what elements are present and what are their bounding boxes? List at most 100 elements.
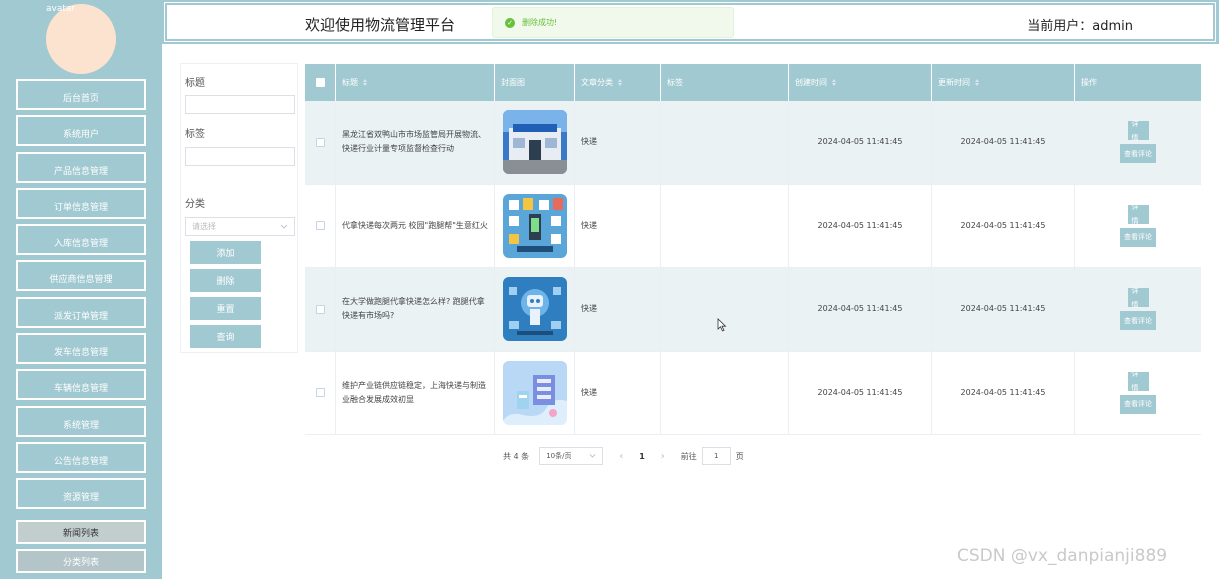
page-number-current[interactable]: 1 bbox=[639, 452, 645, 461]
sidebar-item-vehicles[interactable]: 车辆信息管理 bbox=[16, 369, 146, 401]
page-size-select[interactable]: 10条/页 bbox=[539, 447, 604, 465]
column-tags-label: 标签 bbox=[667, 78, 683, 87]
column-created[interactable]: 创建时间 bbox=[789, 64, 932, 101]
sort-icon[interactable] bbox=[975, 79, 979, 86]
sort-icon[interactable] bbox=[363, 79, 367, 86]
column-cover-label: 封面图 bbox=[501, 78, 525, 87]
category-label: 分类 bbox=[185, 199, 205, 210]
title-search-input[interactable] bbox=[185, 95, 295, 114]
goto-page-value: 1 bbox=[714, 452, 719, 460]
sidebar-item-inbound[interactable]: 入库信息管理 bbox=[16, 224, 146, 256]
sidebar-item-orders[interactable]: 订单信息管理 bbox=[16, 187, 146, 219]
view-comments-button[interactable]: 查看评论 bbox=[1120, 311, 1156, 331]
view-comments-button[interactable]: 查看评论 bbox=[1120, 144, 1156, 164]
sidebar-item-dispatch-orders[interactable]: 派发订单管理 bbox=[16, 296, 146, 328]
row-updated: 2024-04-05 11:41:45 bbox=[932, 184, 1075, 267]
row-cover-cell bbox=[495, 101, 575, 184]
column-title-label: 标题 bbox=[342, 78, 358, 87]
column-updated[interactable]: 更新时间 bbox=[932, 64, 1075, 101]
column-ops-label: 操作 bbox=[1081, 78, 1097, 87]
sidebar-submenu: 新闻列表 分类列表 bbox=[16, 520, 146, 578]
category-select-placeholder: 请选择 bbox=[192, 222, 216, 231]
column-title[interactable]: 标题 bbox=[336, 64, 495, 101]
add-button[interactable]: 添加 bbox=[190, 241, 261, 264]
row-created: 2024-04-05 11:41:45 bbox=[789, 101, 932, 184]
avatar[interactable]: avatar bbox=[46, 4, 116, 74]
sidebar-item-products[interactable]: 产品信息管理 bbox=[16, 151, 146, 183]
row-ops: 详情 查看评论 bbox=[1075, 352, 1201, 435]
row-select-cell bbox=[305, 184, 336, 267]
goto-suffix: 页 bbox=[735, 451, 744, 461]
table-row: 黑龙江省双鸭山市市场监管局开展物流、快递行业计量专项监督检查行动 快递 2024… bbox=[305, 101, 1201, 185]
row-ops: 详情 查看评论 bbox=[1075, 185, 1201, 268]
avatar-alt-text: avatar bbox=[46, 4, 76, 14]
sidebar-item-system-management[interactable]: 系统管理 bbox=[16, 405, 146, 437]
row-created: 2024-04-05 11:41:45 bbox=[789, 268, 932, 351]
row-tags bbox=[661, 184, 789, 267]
sidebar-item-home[interactable]: 后台首页 bbox=[16, 79, 146, 110]
sidebar-item-resources[interactable]: 资源管理 bbox=[16, 478, 146, 510]
row-cover-cell bbox=[495, 351, 575, 434]
chevron-down-icon bbox=[589, 454, 596, 458]
header: 欢迎使用物流管理平台 ✓ 删除成功! 当前用户：admin bbox=[164, 2, 1216, 42]
sidebar-item-system-users[interactable]: 系统用户 bbox=[16, 115, 146, 147]
row-created: 2024-04-05 11:41:45 bbox=[789, 351, 932, 434]
cover-image bbox=[502, 193, 567, 258]
sidebar-item-announcements[interactable]: 公告信息管理 bbox=[16, 441, 146, 473]
row-cover-cell bbox=[495, 184, 575, 267]
row-title: 黑龙江省双鸭山市市场监管局开展物流、快递行业计量专项监督检查行动 bbox=[336, 101, 495, 184]
reset-button[interactable]: 重置 bbox=[190, 297, 261, 320]
cover-image bbox=[502, 277, 567, 342]
avatar-image bbox=[46, 4, 116, 74]
tag-search-input[interactable] bbox=[185, 147, 295, 166]
view-comments-button[interactable]: 查看评论 bbox=[1120, 394, 1156, 414]
detail-button[interactable]: 详情 bbox=[1127, 287, 1149, 309]
sidebar: avatar 后台首页 系统用户 产品信息管理 订单信息管理 入库信息管理 供应… bbox=[0, 0, 162, 579]
category-select[interactable]: 请选择 bbox=[185, 217, 295, 236]
submenu-item-category-list[interactable]: 分类列表 bbox=[16, 549, 146, 573]
column-category[interactable]: 文章分类 bbox=[575, 64, 661, 101]
row-checkbox[interactable] bbox=[315, 388, 325, 398]
tag-label: 标签 bbox=[185, 129, 205, 140]
goto-page-input[interactable]: 1 bbox=[701, 447, 731, 465]
row-title: 在大学做跑腿代拿快递怎么样? 跑腿代拿快递有市场吗? bbox=[336, 268, 495, 351]
header-bar: 欢迎使用物流管理平台 ✓ 删除成功! 当前用户：admin bbox=[162, 0, 1219, 44]
next-page-icon[interactable]: › bbox=[661, 451, 665, 462]
submenu-item-news-list[interactable]: 新闻列表 bbox=[16, 520, 146, 544]
sidebar-item-departures[interactable]: 发车信息管理 bbox=[16, 333, 146, 365]
success-toast: ✓ 删除成功! bbox=[492, 7, 734, 38]
pagination: 共 4 条 10条/页 ‹ 1 › 前往 1 页 bbox=[503, 446, 744, 466]
view-comments-button[interactable]: 查看评论 bbox=[1120, 227, 1156, 247]
detail-button[interactable]: 详情 bbox=[1127, 120, 1149, 142]
goto-prefix: 前往 bbox=[680, 451, 697, 461]
mouse-cursor-icon bbox=[717, 318, 727, 332]
sort-icon[interactable] bbox=[618, 79, 622, 86]
sidebar-item-suppliers[interactable]: 供应商信息管理 bbox=[16, 260, 146, 292]
row-title: 维护产业链供应链稳定，上海快递与制造业融合发展成效初显 bbox=[336, 351, 495, 434]
select-all-cell bbox=[305, 64, 336, 101]
cover-image bbox=[502, 110, 567, 175]
delete-button[interactable]: 删除 bbox=[190, 269, 261, 292]
page-size-value: 10条/页 bbox=[546, 452, 572, 460]
column-cover: 封面图 bbox=[495, 64, 575, 101]
detail-button[interactable]: 详情 bbox=[1127, 370, 1149, 392]
prev-page-icon[interactable]: ‹ bbox=[619, 451, 623, 462]
row-checkbox[interactable] bbox=[315, 137, 325, 147]
search-panel: 标题 标签 分类 请选择 添加 删除 重置 查询 bbox=[180, 63, 298, 353]
row-checkbox[interactable] bbox=[315, 304, 325, 314]
row-category: 快递 bbox=[575, 101, 661, 184]
row-select-cell bbox=[305, 101, 336, 184]
select-all-checkbox[interactable] bbox=[315, 78, 325, 87]
row-checkbox[interactable] bbox=[315, 221, 325, 231]
query-button[interactable]: 查询 bbox=[190, 325, 261, 348]
row-select-cell bbox=[305, 268, 336, 351]
detail-button[interactable]: 详情 bbox=[1127, 203, 1149, 225]
check-circle-icon: ✓ bbox=[505, 17, 515, 28]
column-created-label: 创建时间 bbox=[795, 78, 827, 87]
column-ops: 操作 bbox=[1075, 64, 1201, 101]
watermark: CSDN @vx_danpianji889 bbox=[957, 546, 1168, 566]
table-header: 标题 封面图 文章分类 标签 创建时间 更新时间 操作 bbox=[305, 64, 1201, 101]
row-tags bbox=[661, 351, 789, 434]
title-label: 标题 bbox=[185, 78, 205, 89]
sort-icon[interactable] bbox=[832, 79, 836, 86]
